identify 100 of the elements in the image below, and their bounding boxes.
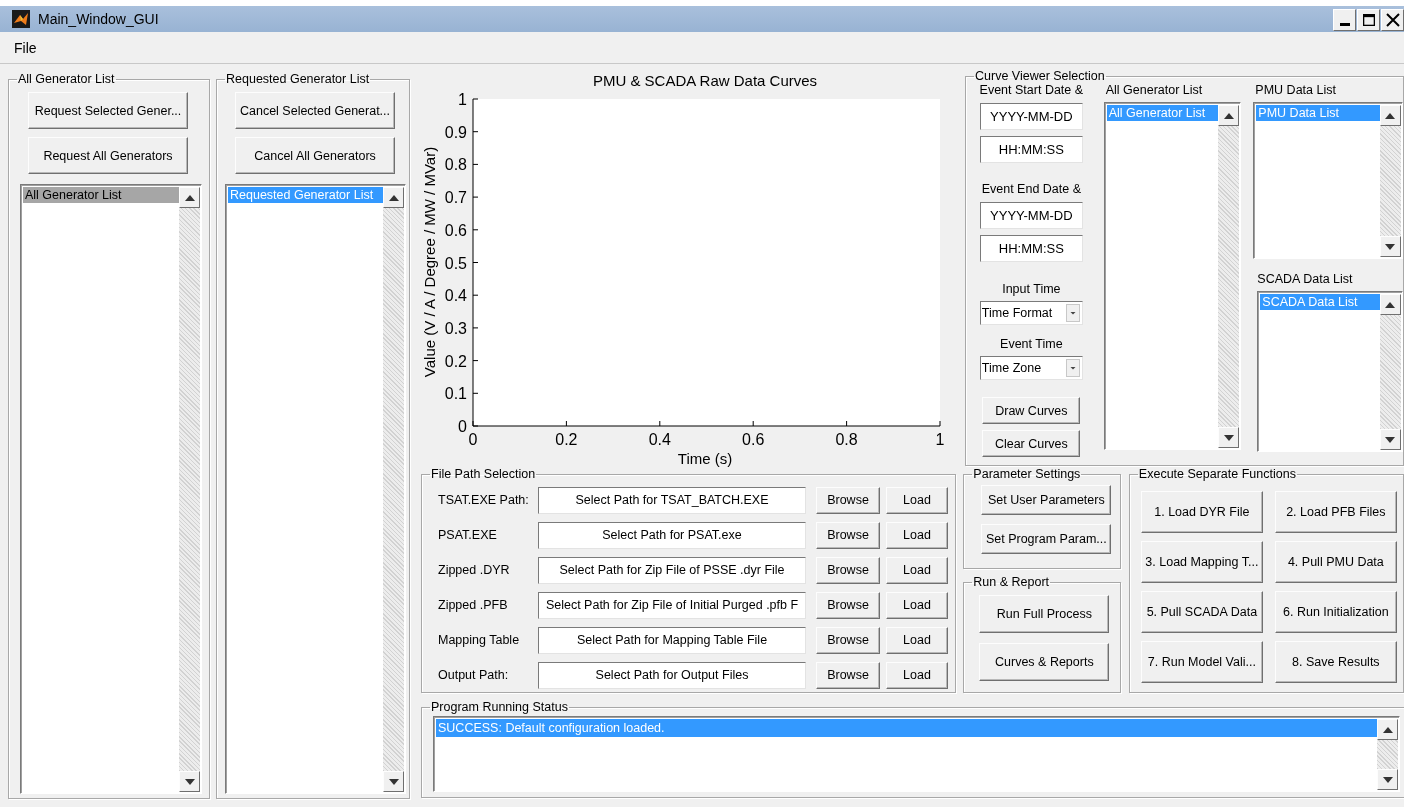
scrollbar[interactable] — [1218, 103, 1241, 449]
tick-label: 0.1 — [444, 385, 467, 403]
push-button[interactable]: Browse — [816, 626, 880, 654]
field-label: Event Start Date & — [979, 83, 1084, 98]
push-button[interactable]: 2. Load PFB Files — [1274, 491, 1397, 533]
push-button[interactable]: Run Full Process — [979, 595, 1110, 633]
scroll-up-button[interactable] — [1377, 719, 1398, 740]
push-button[interactable]: 1. Load DYR File — [1140, 491, 1263, 533]
minimize-icon — [1339, 23, 1350, 26]
up-arrow-icon — [1382, 726, 1393, 733]
tick-label: 0.6 — [742, 431, 765, 448]
group-title: Requested Generator List — [225, 72, 371, 86]
scroll-up-button[interactable] — [1380, 105, 1401, 126]
push-button[interactable]: Load — [886, 661, 948, 689]
tick-label: 1 — [458, 91, 467, 108]
scrollbar[interactable] — [1377, 717, 1399, 791]
group-title: Run & Report — [972, 575, 1051, 589]
push-button[interactable]: Cancel Selected Generat... — [235, 92, 395, 129]
push-button[interactable]: Load — [886, 626, 948, 654]
field-label: Mapping Table — [438, 633, 521, 647]
list-item[interactable]: All Generator List — [23, 187, 179, 203]
group-title: Curve Viewer Selection — [974, 69, 1106, 83]
scroll-up-button[interactable] — [1380, 294, 1401, 315]
path-field[interactable]: Select Path for Output Files — [538, 661, 806, 689]
maximize-button[interactable] — [1357, 9, 1380, 31]
tick-label: 0.3 — [444, 319, 467, 337]
tick-label: 1 — [935, 431, 945, 448]
path-field[interactable]: Select Path for Zip File of Initial Purged .pfb F — [538, 591, 806, 619]
minimize-button[interactable] — [1333, 9, 1356, 31]
push-button[interactable]: Browse — [816, 486, 880, 514]
push-button[interactable]: Cancel All Generators — [235, 137, 395, 174]
scrollbar[interactable] — [179, 185, 201, 793]
list-box[interactable]: All Generator List — [20, 184, 202, 794]
menu-item[interactable]: File — [14, 39, 37, 56]
date-field[interactable]: YYYY-MM-DD — [979, 202, 1083, 229]
scroll-down-button[interactable] — [1380, 429, 1401, 450]
tick-label: 0.2 — [444, 352, 467, 370]
tick-label: 0 — [468, 431, 478, 448]
push-button[interactable]: 4. Pull PMU Data — [1274, 541, 1397, 583]
push-button[interactable]: 8. Save Results — [1274, 641, 1397, 683]
tick-label: 0.6 — [444, 221, 467, 239]
push-button[interactable]: Set User Parameters — [981, 485, 1112, 515]
push-button[interactable]: Clear Curves — [982, 430, 1081, 457]
scrollbar[interactable] — [383, 185, 405, 793]
path-field[interactable]: Select Path for Mapping Table File — [538, 626, 806, 654]
dropdown[interactable]: Time Zone — [979, 356, 1083, 380]
axis-label: Time (s) — [677, 450, 733, 467]
push-button[interactable]: Request All Generators — [28, 137, 188, 174]
scroll-down-button[interactable] — [1218, 427, 1240, 448]
push-button[interactable]: Browse — [816, 661, 880, 689]
push-button[interactable]: Load — [886, 556, 948, 584]
push-button[interactable]: 5. Pull SCADA Data — [1140, 591, 1263, 633]
field-label: Input Time — [1002, 282, 1061, 297]
push-button[interactable]: Draw Curves — [982, 397, 1081, 424]
scroll-down-button[interactable] — [1380, 236, 1401, 257]
tick-label: 0.9 — [444, 123, 467, 141]
field-label: Zipped .DYR — [438, 563, 511, 577]
tick-label: 0.2 — [555, 431, 578, 448]
push-button[interactable]: Browse — [816, 556, 880, 584]
dropdown[interactable]: Time Format — [979, 301, 1083, 325]
close-button[interactable] — [1381, 9, 1404, 31]
push-button[interactable]: 7. Run Model Vali... — [1140, 641, 1263, 683]
path-field[interactable]: Select Path for TSAT_BATCH.EXE — [538, 486, 806, 514]
push-button[interactable]: Curves & Reports — [979, 643, 1110, 681]
time-field[interactable]: HH:MM:SS — [979, 235, 1083, 262]
push-button[interactable]: 6. Run Initialization — [1274, 591, 1397, 633]
scroll-down-button[interactable] — [383, 771, 404, 792]
scroll-up-button[interactable] — [383, 187, 404, 208]
scroll-down-button[interactable] — [179, 771, 200, 792]
path-field[interactable]: Select Path for Zip File of PSSE .dyr File — [538, 556, 806, 584]
field-label: Event Time — [1000, 337, 1063, 352]
peak-icon — [12, 10, 30, 28]
list-title: PMU Data List — [1254, 83, 1337, 98]
scroll-down-button[interactable] — [1377, 769, 1398, 790]
field-label: Output Path: — [438, 668, 510, 682]
tick-label: 0 — [458, 418, 467, 435]
scroll-up-button[interactable] — [179, 187, 200, 208]
caret-icon — [1065, 359, 1080, 377]
down-arrow-icon — [184, 778, 195, 785]
scroll-up-button[interactable] — [1218, 105, 1240, 126]
date-field[interactable]: YYYY-MM-DD — [979, 103, 1083, 130]
scrollbar[interactable] — [1380, 103, 1402, 258]
group-title: File Path Selection — [430, 467, 537, 481]
up-arrow-icon — [1385, 301, 1396, 308]
push-button[interactable]: Load — [886, 591, 948, 619]
push-button[interactable]: Browse — [816, 591, 880, 619]
push-button[interactable]: Request Selected Gener... — [28, 92, 188, 129]
push-button[interactable]: 3. Load Mapping T... — [1140, 541, 1263, 583]
path-field[interactable]: Select Path for PSAT.exe — [538, 521, 806, 549]
push-button[interactable]: Set Program Param... — [981, 524, 1112, 554]
field-label: PSAT.EXE — [438, 528, 498, 542]
group-title: Program Running Status — [430, 700, 569, 714]
push-button[interactable]: Browse — [816, 521, 880, 549]
push-button[interactable]: Load — [886, 521, 948, 549]
time-field[interactable]: HH:MM:SS — [979, 136, 1083, 163]
list-title: All Generator List — [1104, 83, 1204, 98]
field-label: Event End Date & — [981, 182, 1082, 197]
push-button[interactable]: Load — [886, 486, 948, 514]
down-arrow-icon — [388, 778, 399, 785]
scrollbar[interactable] — [1380, 292, 1402, 451]
